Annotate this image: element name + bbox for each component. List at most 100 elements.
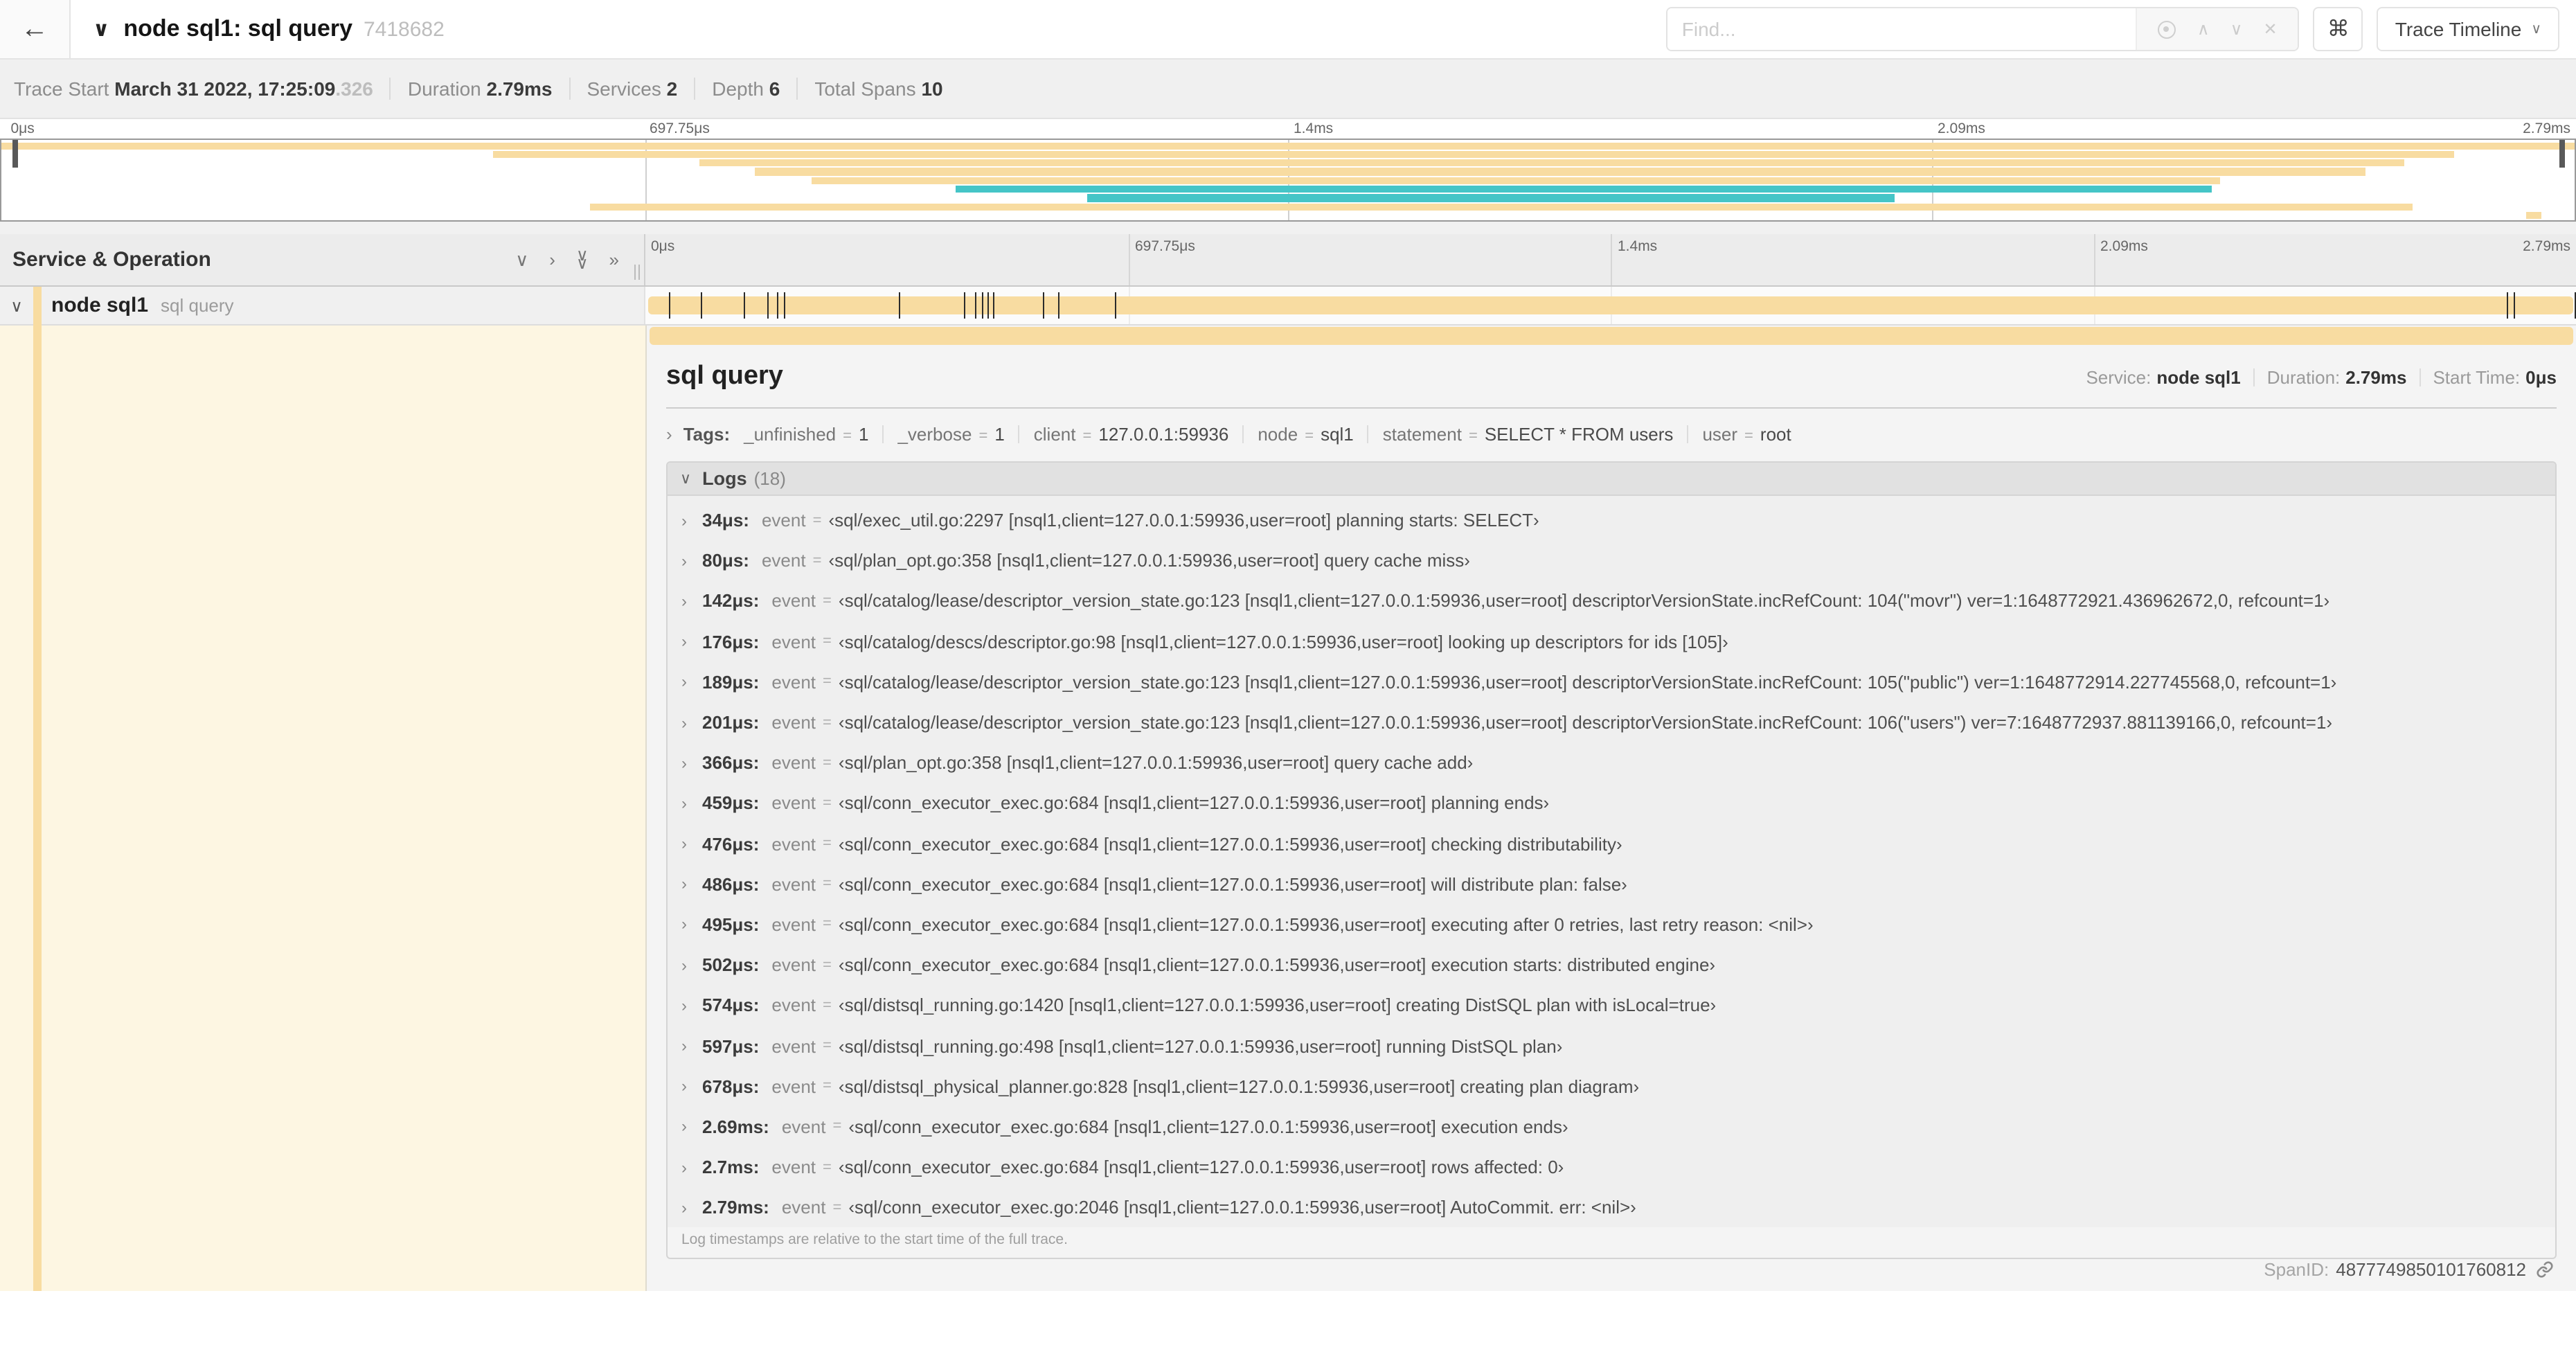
span-name-cell[interactable]: ∨ node sql1 sql query	[0, 286, 645, 325]
logs-label: Logs	[702, 468, 747, 489]
log-equals: =	[823, 794, 832, 812]
collapse-all-icon[interactable]: ∨ ∨	[576, 247, 589, 271]
log-row[interactable]: › 142μs: event = ‹sql/catalog/lease/descript…	[668, 581, 2555, 621]
log-field-value: ‹sql/catalog/lease/descriptor_version_st…	[838, 590, 2330, 612]
keyboard-shortcuts-button[interactable]: ⌘	[2313, 7, 2363, 51]
chevron-right-icon: ›	[681, 834, 687, 854]
log-tick-mark	[1114, 292, 1116, 319]
minimap-span-bar	[755, 168, 2366, 176]
log-row[interactable]: › 366μs: event = ‹sql/plan_opt.go:358 [nsql1…	[668, 742, 2555, 783]
collapse-one-icon[interactable]: ∨	[515, 251, 528, 269]
log-equals: =	[832, 1118, 842, 1135]
section-divider	[0, 222, 2576, 234]
chevron-right-icon: ›	[681, 753, 687, 773]
log-row[interactable]: › 502μs: event = ‹sql/conn_executor_exec.go:…	[668, 945, 2555, 985]
log-row[interactable]: › 495μs: event = ‹sql/conn_executor_exec.go:…	[668, 905, 2555, 945]
detail-span-title[interactable]: sql query	[666, 362, 783, 392]
log-row[interactable]: › 189μs: event = ‹sql/catalog/lease/descript…	[668, 662, 2555, 702]
tag-item[interactable]: _unfinished = 1	[744, 424, 868, 445]
log-field-value: ‹sql/conn_executor_exec.go:684 [nsql1,cl…	[848, 1116, 1568, 1137]
log-row[interactable]: › 2.69ms: event = ‹sql/conn_executor_exec.go…	[668, 1107, 2555, 1147]
log-timestamp: 34μs:	[702, 510, 749, 531]
span-duration-bar[interactable]	[648, 296, 2573, 314]
log-tick-mark	[981, 292, 983, 319]
tags-row[interactable]: › Tags: _unfinished = 1 _verbose = 1 client = 12…	[666, 424, 2557, 445]
log-field-value: ‹sql/plan_opt.go:358 [nsql1,client=127.0…	[838, 752, 1474, 774]
tag-item[interactable]: _verbose = 1	[897, 424, 1004, 445]
log-timestamp: 2.7ms:	[702, 1157, 760, 1178]
detail-header[interactable]: sql query Service: node sql1 Duration: 2.79…	[666, 362, 2557, 392]
expand-all-icon[interactable]: »	[609, 251, 619, 269]
span-detail-panel: sql query Service: node sql1 Duration: 2.79…	[645, 326, 2576, 1292]
find-input[interactable]	[1667, 8, 2136, 50]
log-row[interactable]: › 486μs: event = ‹sql/conn_executor_exec.go:…	[668, 864, 2555, 904]
log-field-value: ‹sql/conn_executor_exec.go:684 [nsql1,cl…	[838, 954, 1716, 976]
find-next-icon[interactable]: ∨	[2230, 19, 2243, 39]
chevron-down-icon: ∨	[680, 471, 692, 488]
log-tick-mark	[992, 292, 994, 319]
deep-link-icon[interactable]	[2536, 1261, 2554, 1279]
back-button[interactable]: ←	[0, 0, 71, 58]
separator	[1018, 425, 1020, 443]
log-row[interactable]: › 34μs: event = ‹sql/exec_util.go:2297 [nsql…	[668, 500, 2555, 540]
detail-row-indent	[0, 326, 645, 1292]
log-field-key: event	[781, 1197, 826, 1218]
log-tick-mark	[701, 292, 703, 319]
logs-note: Log timestamps are relative to the start…	[681, 1231, 1068, 1249]
logs-section: ∨ Logs (18) › 34μs: event = ‹sql/exec_util.g…	[666, 461, 2557, 1260]
log-row[interactable]: › 459μs: event = ‹sql/conn_executor_exec.go:…	[668, 783, 2555, 823]
log-field-value: ‹sql/distsql_running.go:498 [nsql1,clien…	[838, 1035, 1563, 1057]
chevron-right-icon: ›	[681, 914, 687, 934]
chevron-right-icon: ›	[681, 1116, 687, 1137]
find-prev-icon[interactable]: ∧	[2197, 19, 2210, 39]
log-timestamp: 80μs:	[702, 550, 749, 571]
log-row[interactable]: › 597μs: event = ‹sql/distsql_running.go:498…	[668, 1026, 2555, 1066]
log-tick-mark	[744, 292, 746, 319]
log-row[interactable]: › 176μs: event = ‹sql/catalog/descs/descript…	[668, 621, 2555, 661]
column-resizer[interactable]	[634, 265, 640, 280]
viewport-left-handle[interactable]	[12, 140, 18, 168]
title-collapse-chevron-icon[interactable]: ∨	[93, 17, 109, 42]
log-equals: =	[832, 1199, 842, 1216]
span-accent-bar	[650, 327, 2573, 345]
log-timestamp: 459μs:	[702, 792, 760, 814]
minimap-span-bar	[1087, 194, 1895, 202]
log-tick-mark	[776, 292, 778, 319]
chevron-right-icon: ›	[681, 793, 687, 813]
tag-item[interactable]: client = 127.0.0.1:59936	[1034, 424, 1229, 445]
tag-item[interactable]: node = sql1	[1258, 424, 1353, 445]
detail-footer: SpanID: 4877749850101760812	[666, 1260, 2557, 1292]
log-row[interactable]: › 2.7ms: event = ‹sql/conn_executor_exec.go:…	[668, 1147, 2555, 1187]
find-clear-icon[interactable]: ✕	[2263, 19, 2277, 39]
log-row[interactable]: › 678μs: event = ‹sql/distsql_physical_plann…	[668, 1066, 2555, 1106]
log-row[interactable]: › 476μs: event = ‹sql/conn_executor_exec.go:…	[668, 823, 2555, 864]
expand-one-icon[interactable]: ›	[549, 251, 555, 269]
timeline-ruler-label: 2.09ms	[2093, 234, 2576, 285]
locate-icon[interactable]	[2158, 20, 2176, 38]
chevron-down-icon: ∨	[2531, 21, 2541, 37]
page-header: ← ∨ node sql1: sql query 7418682 ∧ ∨ ✕ ⌘…	[0, 0, 2576, 60]
log-field-key: event	[761, 550, 806, 571]
log-row[interactable]: › 574μs: event = ‹sql/distsql_running.go:142…	[668, 986, 2555, 1026]
log-equals: =	[823, 997, 832, 1014]
span-bar-cell[interactable]	[645, 287, 2576, 324]
log-equals: =	[823, 1159, 832, 1176]
span-collapse-chevron-icon[interactable]: ∨	[0, 296, 33, 315]
log-field-key: event	[771, 752, 816, 774]
log-row[interactable]: › 2.79ms: event = ‹sql/conn_executor_exec.go…	[668, 1187, 2555, 1227]
tag-item[interactable]: statement = SELECT * FROM users	[1383, 424, 1674, 445]
log-timestamp: 2.79ms:	[702, 1197, 769, 1218]
tag-item[interactable]: user = root	[1702, 424, 1791, 445]
log-row[interactable]: › 201μs: event = ‹sql/catalog/lease/descript…	[668, 702, 2555, 742]
trace-minimap[interactable]	[0, 139, 2576, 222]
chevron-right-icon: ›	[681, 1157, 687, 1177]
chevron-right-icon: ›	[681, 591, 687, 611]
minimap-ruler-label: 697.75μs	[650, 121, 710, 137]
log-field-key: event	[771, 1157, 816, 1178]
viewport-right-handle[interactable]	[2559, 140, 2565, 168]
log-row[interactable]: › 80μs: event = ‹sql/plan_opt.go:358 [nsql1,…	[668, 540, 2555, 580]
log-field-value: ‹sql/exec_util.go:2297 [nsql1,client=127…	[828, 510, 1539, 531]
view-selector-dropdown[interactable]: Trace Timeline ∨	[2377, 7, 2559, 51]
logs-header[interactable]: ∨ Logs (18)	[668, 463, 2555, 496]
overview-label: Start Time:	[2433, 367, 2521, 388]
